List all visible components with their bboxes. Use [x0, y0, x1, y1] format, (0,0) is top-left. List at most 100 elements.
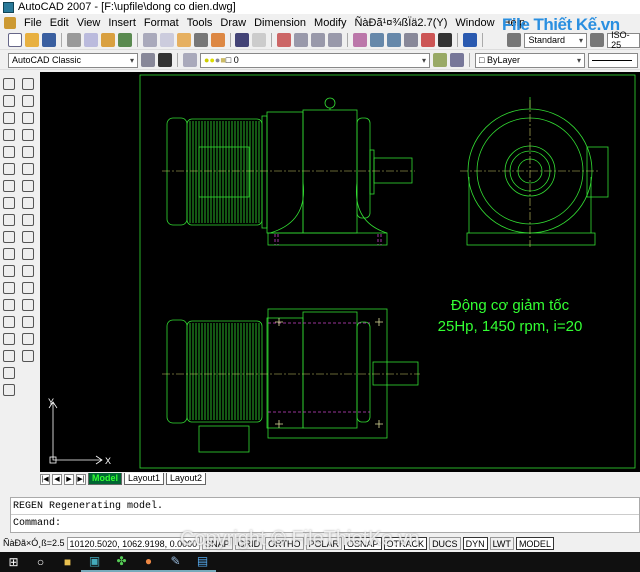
etransmit-icon[interactable]	[117, 33, 132, 47]
gradient-icon[interactable]	[3, 333, 15, 345]
design-center-icon[interactable]	[369, 33, 384, 47]
array-icon[interactable]	[22, 146, 34, 158]
zoom-previous-icon[interactable]	[328, 33, 343, 47]
tool-palettes-icon[interactable]	[386, 33, 401, 47]
save-workspace-icon[interactable]	[158, 53, 172, 67]
redo-icon[interactable]	[252, 33, 267, 47]
pan-icon[interactable]	[277, 33, 292, 47]
markup-icon[interactable]	[420, 33, 435, 47]
zoom-realtime-icon[interactable]	[294, 33, 309, 47]
menu-format[interactable]: Format	[144, 17, 179, 29]
offset-icon[interactable]	[22, 129, 34, 141]
zoom-window-icon[interactable]	[311, 33, 326, 47]
polar-toggle[interactable]: POLAR	[305, 536, 343, 550]
dim-style-select[interactable]: ISO-25	[607, 30, 640, 50]
windows-start-icon[interactable]: ⊞	[0, 552, 27, 572]
layer-previous-icon[interactable]	[450, 53, 464, 67]
copy-icon[interactable]	[22, 95, 34, 107]
command-window[interactable]: REGEN Regenerating model. Command:	[10, 497, 640, 533]
ortho-toggle[interactable]: ORTHO	[265, 536, 304, 550]
paint-app-icon[interactable]: ✎	[162, 552, 189, 572]
search-icon[interactable]: ○	[27, 552, 54, 572]
prev-tab-button[interactable]: ◀	[52, 473, 62, 485]
autocad-taskbar-icon[interactable]: ▣	[81, 552, 108, 572]
open-icon[interactable]	[25, 33, 39, 47]
scale-icon[interactable]	[22, 197, 34, 209]
menu-edit[interactable]: Edit	[50, 17, 69, 29]
block-editor-icon[interactable]	[210, 33, 225, 47]
spline-icon[interactable]	[3, 214, 15, 226]
break-at-point-icon[interactable]	[22, 265, 34, 277]
dyn-toggle[interactable]: DYN	[462, 536, 488, 550]
make-block-icon[interactable]	[3, 282, 15, 294]
first-tab-button[interactable]: |◀	[40, 473, 50, 485]
menu-modify[interactable]: Modify	[314, 17, 346, 29]
table-icon[interactable]	[3, 367, 15, 379]
help-icon[interactable]	[462, 33, 477, 47]
file-explorer-icon[interactable]: ■	[54, 552, 81, 572]
rectangle-icon[interactable]	[3, 146, 15, 158]
menu-insert[interactable]: Insert	[108, 17, 136, 29]
trim-icon[interactable]	[22, 231, 34, 243]
rotate-icon[interactable]	[22, 180, 34, 192]
insert-block-icon[interactable]	[3, 265, 15, 277]
cut-icon[interactable]	[142, 33, 157, 47]
move-icon[interactable]	[22, 163, 34, 175]
stretch-icon[interactable]	[22, 214, 34, 226]
explode-icon[interactable]	[22, 350, 34, 362]
properties-icon[interactable]	[352, 33, 367, 47]
ellipse-icon[interactable]	[3, 231, 15, 243]
point-icon[interactable]	[3, 299, 15, 311]
ducs-toggle[interactable]: DUCS	[429, 536, 461, 550]
linetype-select[interactable]	[588, 52, 638, 68]
lwt-toggle[interactable]: LWT	[489, 536, 514, 550]
command-prompt[interactable]: Command:	[11, 515, 639, 532]
last-tab-button[interactable]: ▶|	[76, 473, 86, 485]
paste-icon[interactable]	[176, 33, 191, 47]
menu-file[interactable]: File	[24, 17, 42, 29]
ellipse-arc-icon[interactable]	[3, 248, 15, 260]
revision-cloud-icon[interactable]	[3, 197, 15, 209]
construction-line-icon[interactable]	[3, 95, 15, 107]
menu-window[interactable]: Window	[455, 17, 494, 29]
polyline-icon[interactable]	[3, 112, 15, 124]
model-toggle[interactable]: MODEL	[515, 536, 554, 550]
chamfer-icon[interactable]	[22, 316, 34, 328]
fillet-icon[interactable]	[22, 333, 34, 345]
chrome-icon[interactable]: ●	[135, 552, 162, 572]
circle-icon[interactable]	[3, 180, 15, 192]
plot-preview-icon[interactable]	[83, 33, 98, 47]
menu-toolbox[interactable]: ÑàÐã¹¤¾ßÏä2.7(Y)	[354, 17, 447, 29]
polygon-icon[interactable]	[3, 129, 15, 141]
grid-toggle[interactable]: GRID	[234, 536, 264, 550]
menu-draw[interactable]: Draw	[220, 17, 246, 29]
window-app-icon[interactable]: ▤	[189, 552, 216, 572]
snap-toggle[interactable]: SNAP	[202, 536, 233, 550]
text-style-select[interactable]: Standard ▾	[524, 32, 588, 48]
osnap-toggle[interactable]: OSNAP	[344, 536, 382, 550]
menu-view[interactable]: View	[77, 17, 101, 29]
match-properties-icon[interactable]	[193, 33, 208, 47]
new-icon[interactable]	[8, 33, 22, 47]
break-icon[interactable]	[22, 282, 34, 294]
workspace-settings-icon[interactable]	[141, 53, 155, 67]
region-icon[interactable]	[3, 350, 15, 362]
save-icon[interactable]	[42, 33, 56, 47]
color-select[interactable]: □ ByLayer ▾	[475, 52, 585, 68]
sheet-set-icon[interactable]	[403, 33, 418, 47]
tab-layout2[interactable]: Layout2	[166, 473, 207, 485]
calculator-icon[interactable]	[437, 33, 452, 47]
next-tab-button[interactable]: ▶	[64, 473, 74, 485]
clover-app-icon[interactable]: ✤	[108, 552, 135, 572]
extend-icon[interactable]	[22, 248, 34, 260]
model-space-canvas[interactable]: Động cơ giảm tốc 25Hp, 1450 rpm, i=20 Y …	[40, 72, 640, 472]
undo-icon[interactable]	[235, 33, 250, 47]
document-icon[interactable]	[4, 16, 16, 29]
menu-tools[interactable]: Tools	[187, 17, 213, 29]
mirror-icon[interactable]	[22, 112, 34, 124]
menu-dimension[interactable]: Dimension	[254, 17, 306, 29]
hatch-icon[interactable]	[3, 316, 15, 328]
arc-icon[interactable]	[3, 163, 15, 175]
multiline-text-icon[interactable]	[3, 384, 15, 396]
copy-icon[interactable]	[159, 33, 174, 47]
